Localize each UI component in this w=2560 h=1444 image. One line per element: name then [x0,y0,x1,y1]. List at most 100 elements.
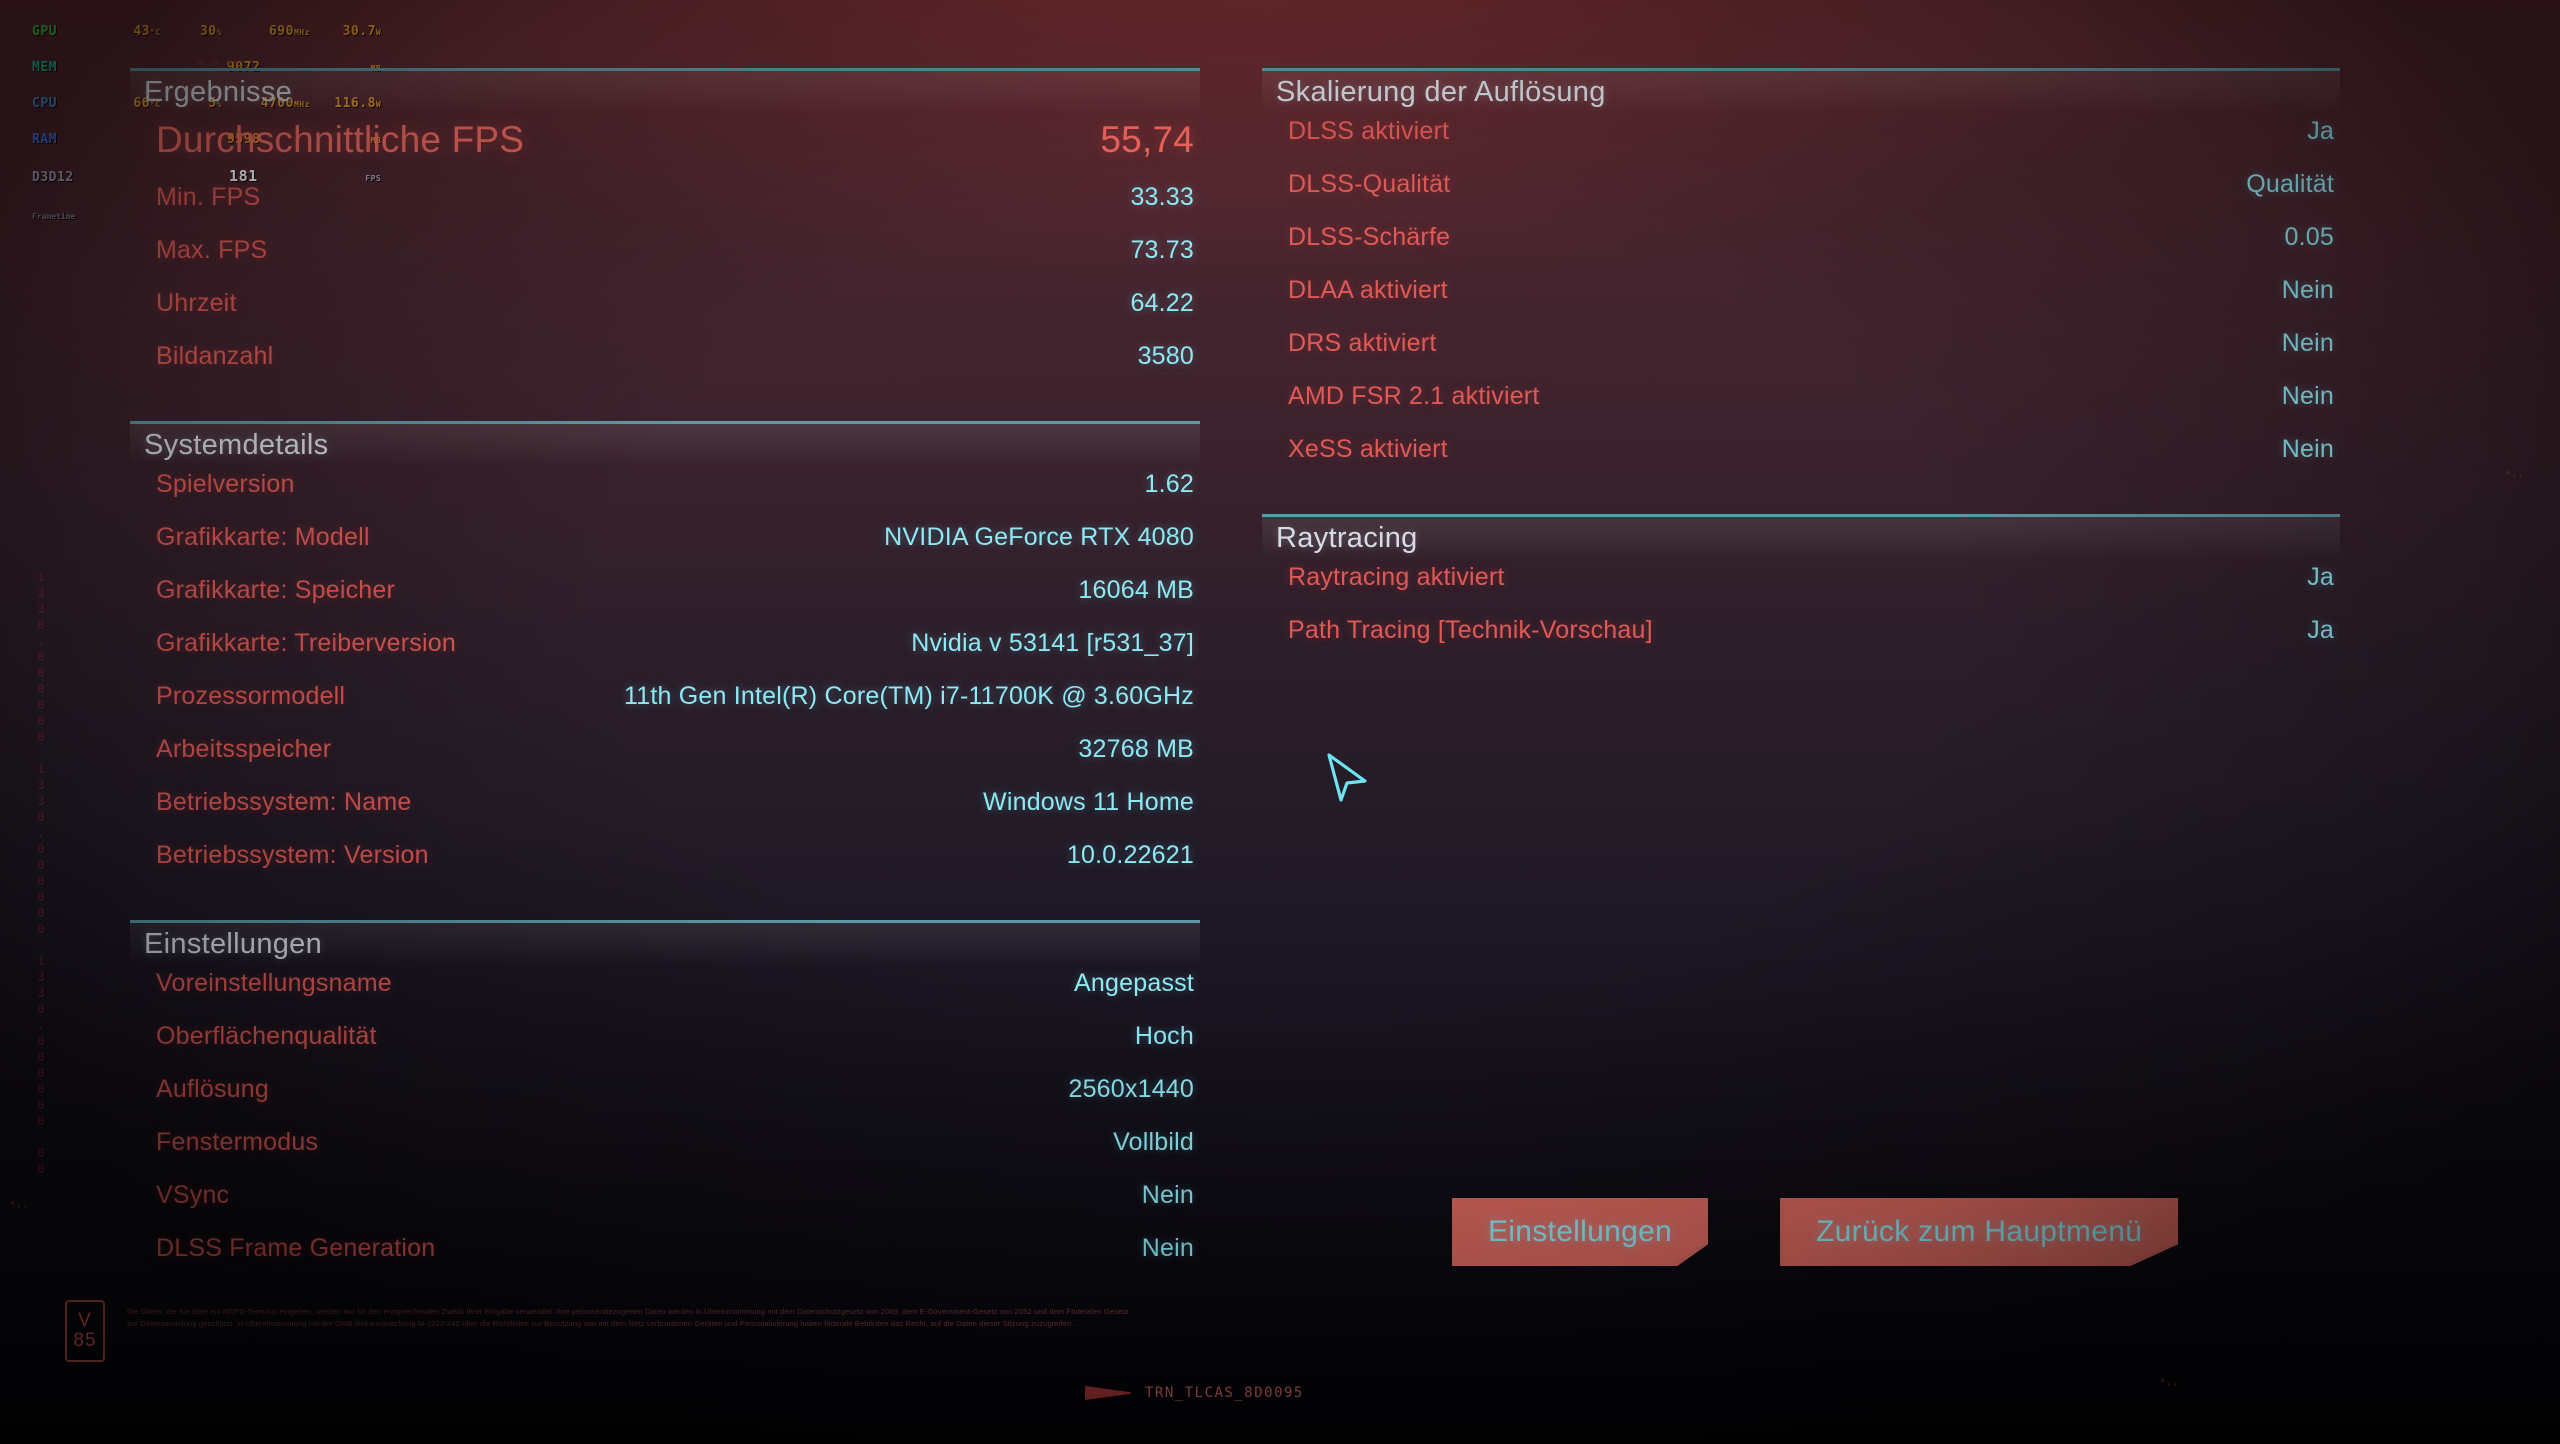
settings-button[interactable]: Einstellungen [1454,1200,1707,1264]
version-badge-letter: V [78,1310,92,1331]
raytracing-key: Raytracing aktiviert [1288,563,1505,591]
upscale-row-dlss-sharpness: DLSS-Schärfe 0.05 [1262,223,2340,276]
mouse-cursor-icon [1327,753,1367,802]
raytracing-value: Ja [2307,616,2334,644]
section-systemdetails: Systemdetails Spielversion 1.62 Grafikka… [130,421,1200,894]
back-to-main-menu-button-frame[interactable]: Zurück zum Hauptmenü [1780,1198,2179,1266]
session-code: TRN_TLCAS_8D0095 [1145,1385,1304,1401]
upscale-value: Nein [2281,276,2334,304]
section-rows: Durchschnittliche FPS 55,74 Min. FPS 33.… [130,113,1200,395]
hud-gpu-temp: 43 [133,24,150,39]
legal-disclaimer-block: V 85 Die Daten, die Sie über ein NCPD-Te… [65,1300,1137,1362]
system-row-driver-version: Grafikkarte: Treiberversion Nvidia v 531… [130,629,1200,682]
upscale-key: DLSS aktiviert [1288,117,1450,145]
system-row-cpu-model: Prozessormodell 11th Gen Intel(R) Core(T… [130,682,1200,735]
result-value: 73.73 [1130,236,1194,264]
hud-label-mem: MEM [32,60,57,75]
system-row-gpu-memory: Grafikkarte: Speicher 16064 MB [130,576,1200,629]
hud-gpu-load: 30 [199,24,217,39]
upscale-key: DLSS-Qualität [1288,170,1451,198]
section-title: Systemdetails [144,429,329,461]
wedge-icon [1085,1386,1131,1400]
result-value: 33.33 [1130,183,1194,211]
section-rows: Raytracing aktiviert Ja Path Tracing [Te… [1262,559,2340,669]
system-value: 16064 MB [1078,576,1194,604]
hud-gpu-power-unit: W [375,28,382,37]
back-to-main-menu-button[interactable]: Zurück zum Hauptmenü [1782,1200,2177,1264]
raytracing-key: Path Tracing [Technik-Vorschau] [1288,616,1653,644]
setting-value: Nein [1141,1181,1194,1209]
setting-row-window-mode: Fenstermodus Vollbild [130,1128,1200,1181]
result-key: Durchschnittliche FPS [156,119,525,160]
hud-frametime-label: Frametime [32,212,76,221]
section-raytracing: Raytracing Raytracing aktiviert Ja Path … [1262,514,2340,669]
right-panel: Skalierung der Auflösung DLSS aktiviert … [1262,68,2340,695]
hud-label-ram: RAM [32,132,57,147]
section-title: Raytracing [1276,522,1418,554]
raytracing-row-path-tracing: Path Tracing [Technik-Vorschau] Ja [1262,616,2340,669]
section-title: Ergebnisse [144,76,293,108]
section-header-raytracing: Raytracing [1262,514,2340,559]
setting-value: Vollbild [1113,1128,1194,1156]
result-key: Uhrzeit [156,289,237,317]
setting-row-texture-quality: Oberflächenqualität Hoch [130,1022,1200,1075]
system-key: Arbeitsspeicher [156,735,332,763]
action-buttons: Einstellungen Zurück zum Hauptmenü [1452,1198,2179,1266]
system-value: Nvidia v 53141 [r531_37] [911,629,1194,657]
setting-key: Auflösung [156,1075,269,1103]
result-key: Max. FPS [156,236,268,264]
result-row-max-fps: Max. FPS 73.73 [130,236,1200,289]
system-value: NVIDIA GeForce RTX 4080 [884,523,1194,551]
setting-value: 2560x1440 [1068,1075,1194,1103]
system-row-gpu-model: Grafikkarte: Modell NVIDIA GeForce RTX 4… [130,523,1200,576]
upscale-row-dlaa-enabled: DLAA aktiviert Nein [1262,276,2340,329]
upscale-row-dlss-enabled: DLSS aktiviert Ja [1262,117,2340,170]
section-rows: Voreinstellungsname Angepasst Oberfläche… [130,965,1200,1287]
section-skalierung: Skalierung der Auflösung DLSS aktiviert … [1262,68,2340,488]
system-key: Prozessormodell [156,682,346,710]
setting-key: Oberflächenqualität [156,1022,377,1050]
setting-key: DLSS Frame Generation [156,1234,436,1262]
system-key: Grafikkarte: Modell [156,523,370,551]
raytracing-row-enabled: Raytracing aktiviert Ja [1262,563,2340,616]
decorative-vertical-code: 1330.000000 1330.000000 1330.000000 00 [34,570,48,1178]
section-rows: Spielversion 1.62 Grafikkarte: Modell NV… [130,466,1200,894]
system-key: Spielversion [156,470,295,498]
hud-gpu-power: 30.7 [342,24,376,39]
settings-button-frame[interactable]: Einstellungen [1452,1198,1709,1266]
hud-gpu-clock-unit: MHz [293,28,310,37]
hud-label-cpu: CPU [32,96,57,111]
setting-key: VSync [156,1181,230,1209]
upscale-value: Nein [2281,382,2334,410]
section-title: Skalierung der Auflösung [1276,76,1606,108]
upscale-key: AMD FSR 2.1 aktiviert [1288,382,1540,410]
result-key: Bildanzahl [156,342,274,370]
result-row-min-fps: Min. FPS 33.33 [130,183,1200,236]
left-panel: Ergebnisse Durchschnittliche FPS 55,74 M… [130,68,1200,1313]
section-title: Einstellungen [144,928,323,960]
raytracing-value: Ja [2307,563,2334,591]
result-value: 55,74 [1100,119,1194,160]
upscale-row-fsr-enabled: AMD FSR 2.1 aktiviert Nein [1262,382,2340,435]
version-badge-number: 85 [73,1330,97,1351]
upscale-row-xess-enabled: XeSS aktiviert Nein [1262,435,2340,488]
setting-row-preset-name: Voreinstellungsname Angepasst [130,969,1200,1022]
setting-row-frame-generation: DLSS Frame Generation Nein [130,1234,1200,1287]
section-rows: DLSS aktiviert Ja DLSS-Qualität Qualität… [1262,113,2340,488]
system-key: Betriebssystem: Name [156,788,412,816]
system-key: Grafikkarte: Speicher [156,576,396,604]
legal-disclaimer-text: Die Daten, die Sie über ein NCPD-Termina… [127,1307,1129,1328]
system-value: 32768 MB [1078,735,1194,763]
result-row-frame-count: Bildanzahl 3580 [130,342,1200,395]
upscale-key: DRS aktiviert [1288,329,1437,357]
system-value: Windows 11 Home [983,788,1194,816]
setting-row-resolution: Auflösung 2560x1440 [130,1075,1200,1128]
setting-key: Fenstermodus [156,1128,319,1156]
hud-label-gpu: GPU [32,24,57,39]
upscale-key: XeSS aktiviert [1288,435,1448,463]
hud-gpu-temp-unit: °C [150,28,161,37]
upscale-value: Ja [2307,117,2334,145]
hud-row-gpu: GPU 43 °C 30% 690 MHz 30.7 W [6,24,387,39]
upscale-row-drs-enabled: DRS aktiviert Nein [1262,329,2340,382]
setting-value: Nein [1141,1234,1194,1262]
